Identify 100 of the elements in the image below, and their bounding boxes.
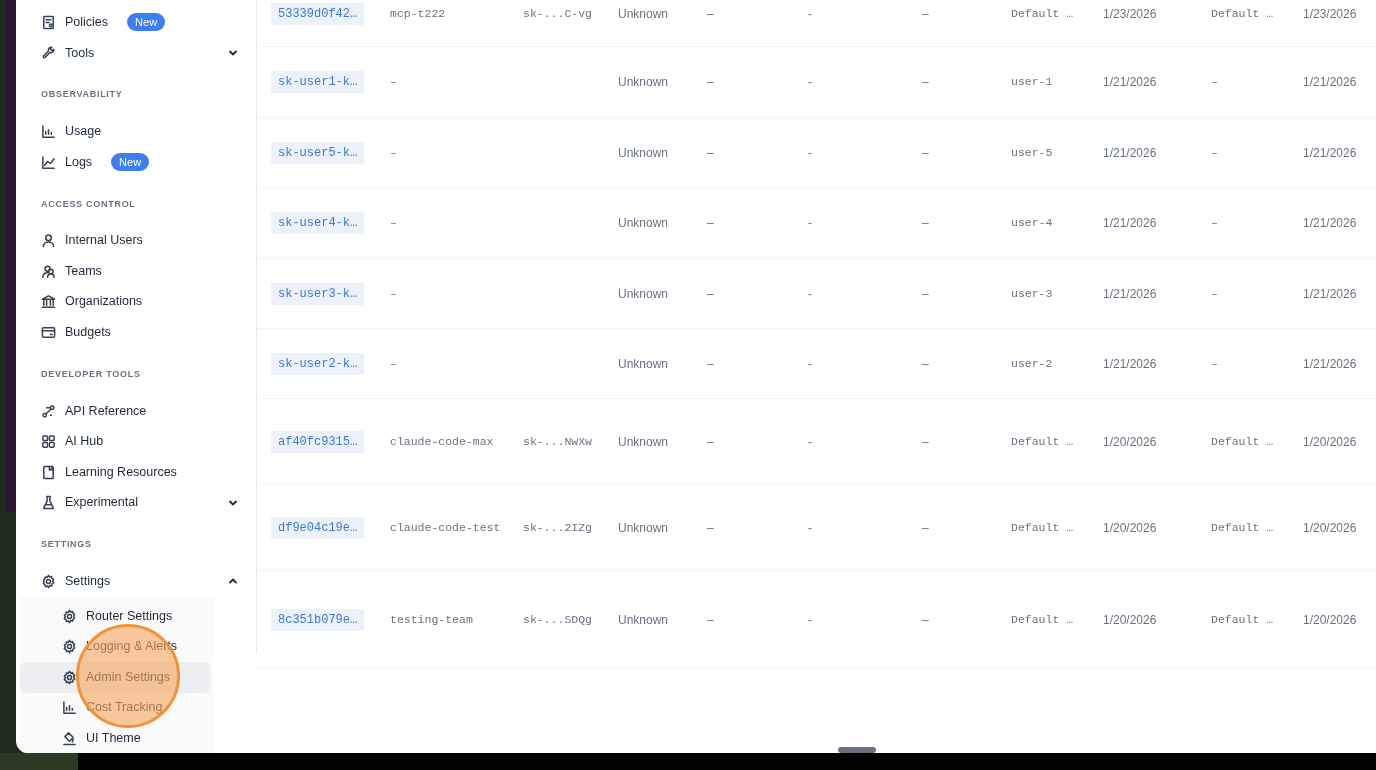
- sidebar-item[interactable]: Logs New: [16, 146, 256, 178]
- table-cell-text: –: [707, 215, 714, 232]
- table-cell-text: –: [922, 519, 929, 537]
- table-cell-text: Unknown: [618, 355, 669, 373]
- item-label: Logs: [65, 153, 93, 171]
- key-id-link[interactable]: sk-user4-k…: [271, 212, 365, 234]
- table-cell-text: –: [1211, 285, 1218, 302]
- table-cell-text: sk-...C-vg: [523, 6, 592, 22]
- table-cell-text: Default …: [1011, 519, 1074, 536]
- gear-icon: [62, 608, 77, 624]
- section-heading: SETTINGS: [40, 538, 93, 552]
- sidebar-item[interactable]: Tools: [16, 37, 256, 69]
- table-cell-text: sk-...SDQg: [523, 611, 592, 628]
- gear-icon: [62, 639, 77, 655]
- key-id-link[interactable]: df9e04c19e…: [271, 516, 365, 539]
- table-cell-text: sk-...NwXw: [523, 433, 592, 450]
- bank-icon: [41, 294, 56, 310]
- key-id-link[interactable]: sk-user5-k…: [271, 141, 365, 164]
- table-cell-text: Default …: [1211, 611, 1274, 628]
- table-cell-text: –: [1211, 355, 1218, 372]
- document-icon: [41, 14, 56, 30]
- submenu-item[interactable]: UI Theme: [20, 723, 213, 753]
- users-icon: [41, 263, 56, 279]
- item-label: API Reference: [65, 402, 147, 420]
- item-label: Tools: [65, 44, 95, 62]
- bar-chart-icon: [41, 124, 56, 139]
- table-cell-text: –: [390, 355, 397, 372]
- book-icon: [41, 464, 56, 480]
- table-cell-text: Default …: [1211, 519, 1274, 536]
- table-cell-text: Default …: [1011, 6, 1074, 22]
- table-cell-text: -: [808, 215, 812, 232]
- table-cell-text: –: [707, 611, 714, 629]
- item-label: Settings: [65, 573, 111, 591]
- table-cell-text: –: [922, 355, 929, 373]
- table-cell-text: -: [808, 433, 812, 451]
- table-cell-text: user-3: [1011, 285, 1053, 302]
- table-cell-text: -: [808, 6, 812, 23]
- section-heading: OBSERVABILITY: [40, 88, 124, 102]
- key-id-link[interactable]: sk-user2-k…: [271, 352, 365, 375]
- sidebar-item[interactable]: Settings: [16, 566, 256, 597]
- table-cell-text: –: [1211, 144, 1218, 161]
- table-cell-text: user-4: [1011, 215, 1053, 232]
- sidebar-item[interactable]: Organizations: [16, 286, 256, 318]
- grid-icon: [41, 434, 56, 450]
- sidebar-item[interactable]: Experimental: [16, 487, 256, 519]
- table-cell-text: user-5: [1011, 144, 1053, 161]
- item-label: AI Hub: [65, 433, 104, 451]
- table-cell-text: testing-team: [390, 611, 473, 628]
- table-cell-text: –: [922, 215, 929, 232]
- table-cell-text: Default …: [1011, 611, 1074, 628]
- item-label: Usage: [65, 123, 102, 141]
- table-cell-text: sk-...2IZg: [523, 519, 592, 536]
- table-cell-text: mcp-t222: [390, 6, 446, 22]
- table-cell-text: 1/21/2026: [1103, 285, 1157, 303]
- sidebar-item[interactable]: Teams: [16, 255, 256, 287]
- section-heading: DEVELOPER TOOLS: [40, 368, 142, 381]
- table-cell-text: –: [707, 144, 714, 162]
- gear-icon: [62, 669, 77, 685]
- item-label: Experimental: [65, 494, 138, 512]
- key-id-link[interactable]: sk-user3-k…: [271, 282, 365, 305]
- sidebar-item[interactable]: Usage: [16, 116, 256, 147]
- line-chart-icon: [41, 154, 56, 170]
- table-cell-text: –: [1211, 74, 1218, 91]
- sidebar-item[interactable]: Internal Users: [16, 225, 256, 256]
- table-cell-text: 1/21/2026: [1303, 285, 1357, 303]
- table-cell-text: Unknown: [618, 611, 669, 629]
- table-cell-text: Unknown: [618, 144, 669, 162]
- table-cell-text: 1/21/2026: [1303, 144, 1357, 162]
- bar-chart-icon: [62, 700, 77, 716]
- table-cell-text: 1/21/2026: [1103, 74, 1157, 91]
- sidebar-item[interactable]: AI Hub: [16, 426, 256, 457]
- scrollbar-thumb[interactable]: [838, 747, 876, 753]
- table-cell-text: 1/20/2026: [1103, 611, 1157, 629]
- key-id-link[interactable]: af40fc9315…: [271, 430, 365, 453]
- sidebar-item[interactable]: API Reference: [16, 395, 256, 427]
- table-cell-text: Unknown: [618, 285, 669, 303]
- table-cell-text: 1/21/2026: [1303, 215, 1357, 232]
- table-cell-text: –: [707, 433, 714, 451]
- table-cell-text: 1/21/2026: [1303, 74, 1357, 91]
- table-cell-text: 1/23/2026: [1303, 6, 1357, 23]
- table-cell-text: –: [707, 519, 714, 537]
- new-badge: New: [127, 13, 166, 32]
- key-id-link[interactable]: 8c351b079e…: [271, 608, 365, 631]
- table-cell-text: claude-code-max: [390, 433, 494, 450]
- submenu-item[interactable]: Router Settings: [20, 600, 213, 632]
- sidebar-item[interactable]: Policies New: [16, 7, 256, 38]
- item-label: Organizations: [65, 293, 143, 311]
- table-cell-text: 1/23/2026: [1103, 6, 1157, 23]
- table-cell-text: –: [390, 144, 397, 161]
- table-cell-text: –: [707, 74, 714, 91]
- table-cell-text: Unknown: [618, 74, 669, 91]
- table-cell-text: -: [808, 611, 812, 629]
- sidebar-item[interactable]: Budgets: [16, 317, 256, 348]
- table-cell-text: –: [390, 74, 397, 91]
- table-cell-text: user-1: [1011, 74, 1053, 91]
- sidebar-item[interactable]: Learning Resources: [16, 456, 256, 488]
- table-cell-text: claude-code-test: [390, 519, 501, 536]
- key-id-link[interactable]: sk-user1-k…: [271, 71, 365, 93]
- wallet-icon: [41, 324, 56, 340]
- key-id-link[interactable]: 53339d0f42…: [271, 3, 365, 25]
